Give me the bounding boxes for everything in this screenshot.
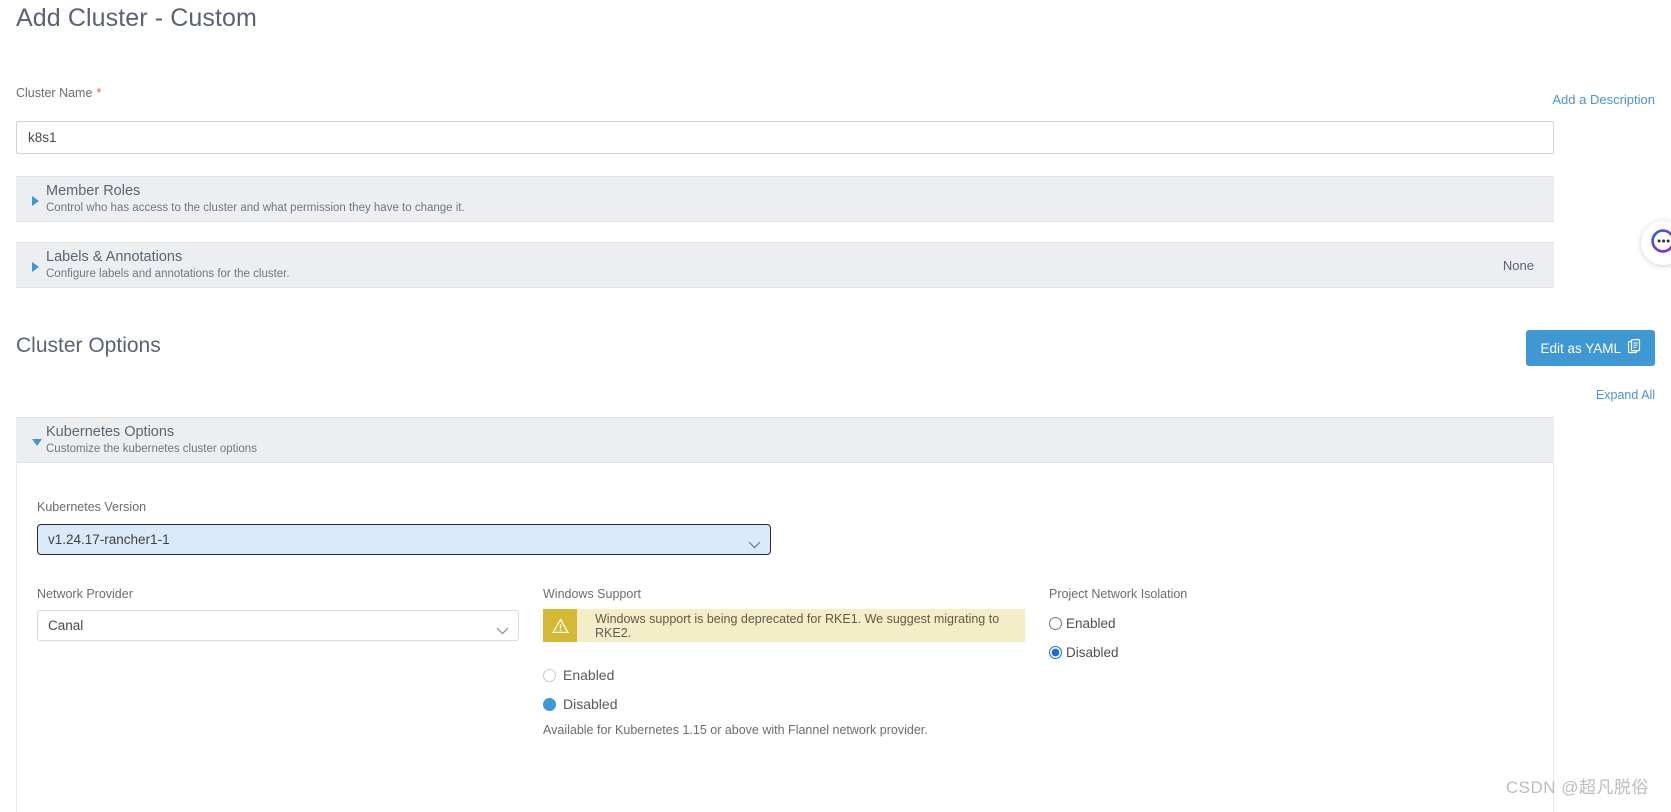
project-network-isolation-enabled-input[interactable] — [1049, 617, 1062, 630]
accordion-labels-annotations-title: Labels & Annotations — [46, 249, 183, 266]
accordion-kubernetes-options-title: Kubernetes Options — [46, 424, 175, 441]
kubernetes-options-body: Kubernetes Version v1.24.17-rancher1-1 N… — [16, 463, 1554, 812]
chevron-down-icon — [748, 537, 761, 552]
project-network-isolation-radio-enabled[interactable]: Enabled — [1049, 616, 1116, 631]
add-cluster-custom-page: Add Cluster - Custom Cluster Name * Add … — [0, 0, 1671, 812]
radio-circle-selected-icon — [543, 697, 556, 711]
chevron-right-icon — [32, 196, 39, 206]
windows-support-warning-text: Windows support is being deprecated for … — [595, 611, 1000, 640]
kubernetes-version-label: Kubernetes Version — [37, 500, 147, 514]
clipboard-icon — [1627, 339, 1641, 357]
network-provider-select[interactable]: Canal — [37, 610, 519, 641]
page-title: Add Cluster - Custom — [16, 4, 257, 32]
cluster-name-label-row: Cluster Name * — [16, 85, 1526, 100]
required-marker: * — [96, 85, 102, 100]
radio-circle-icon — [543, 668, 556, 682]
edit-as-yaml-button[interactable]: Edit as YAML — [1526, 330, 1655, 366]
accordion-kubernetes-options[interactable]: Kubernetes Options Customize the kuberne… — [16, 417, 1554, 463]
kubernetes-version-select[interactable]: v1.24.17-rancher1-1 — [37, 524, 771, 555]
labels-annotations-count: None — [1502, 257, 1534, 273]
edit-as-yaml-label: Edit as YAML — [1540, 340, 1621, 356]
chevron-down-icon — [32, 439, 42, 446]
windows-support-radio-enabled[interactable]: Enabled — [543, 667, 614, 683]
windows-support-radio-disabled-label: Disabled — [563, 696, 618, 712]
project-network-isolation-radio-disabled[interactable]: Disabled — [1049, 645, 1119, 660]
accordion-member-roles-subtitle: Control who has access to the cluster an… — [46, 202, 465, 215]
windows-support-radio-enabled-label: Enabled — [563, 667, 615, 683]
windows-support-radio-disabled[interactable]: Disabled — [543, 696, 617, 712]
project-network-isolation-disabled-label: Disabled — [1066, 645, 1119, 660]
network-provider-label: Network Provider — [37, 587, 133, 601]
chevron-right-icon — [32, 262, 39, 272]
project-network-isolation-enabled-label: Enabled — [1066, 616, 1116, 631]
kubernetes-version-value: v1.24.17-rancher1-1 — [48, 532, 170, 547]
project-network-isolation-label: Project Network Isolation — [1049, 587, 1188, 601]
add-a-description-link[interactable]: Add a Description — [1552, 93, 1655, 106]
accordion-kubernetes-options-subtitle: Customize the kubernetes cluster options — [46, 443, 257, 456]
expand-all-link[interactable]: Expand All — [1596, 388, 1655, 402]
accordion-member-roles-text: Member Roles Control who has access to t… — [46, 182, 465, 216]
cluster-name-label: Cluster Name — [16, 86, 93, 100]
chat-widget-button[interactable] — [1641, 221, 1671, 265]
cluster-name-input[interactable] — [16, 121, 1554, 154]
accordion-labels-annotations[interactable]: Labels & Annotations Configure labels an… — [16, 242, 1554, 288]
accordion-member-roles[interactable]: Member Roles Control who has access to t… — [16, 176, 1554, 222]
warning-triangle-icon — [543, 609, 577, 642]
windows-support-helper-text: Available for Kubernetes 1.15 or above w… — [543, 723, 928, 737]
chat-bubble-icon — [1650, 228, 1671, 259]
network-provider-value: Canal — [48, 618, 84, 633]
watermark: CSDN @超凡脱俗 — [1505, 778, 1649, 797]
accordion-kubernetes-options-text: Kubernetes Options Customize the kuberne… — [46, 423, 257, 457]
windows-support-warning-banner: Windows support is being deprecated for … — [543, 609, 1025, 642]
windows-support-label: Windows Support — [543, 587, 641, 601]
project-network-isolation-disabled-input[interactable] — [1049, 646, 1062, 659]
accordion-member-roles-title: Member Roles — [46, 183, 141, 200]
accordion-labels-annotations-subtitle: Configure labels and annotations for the… — [46, 268, 290, 281]
cluster-options-heading: Cluster Options — [16, 334, 161, 357]
accordion-labels-annotations-text: Labels & Annotations Configure labels an… — [46, 248, 290, 282]
chevron-down-icon — [496, 623, 509, 638]
